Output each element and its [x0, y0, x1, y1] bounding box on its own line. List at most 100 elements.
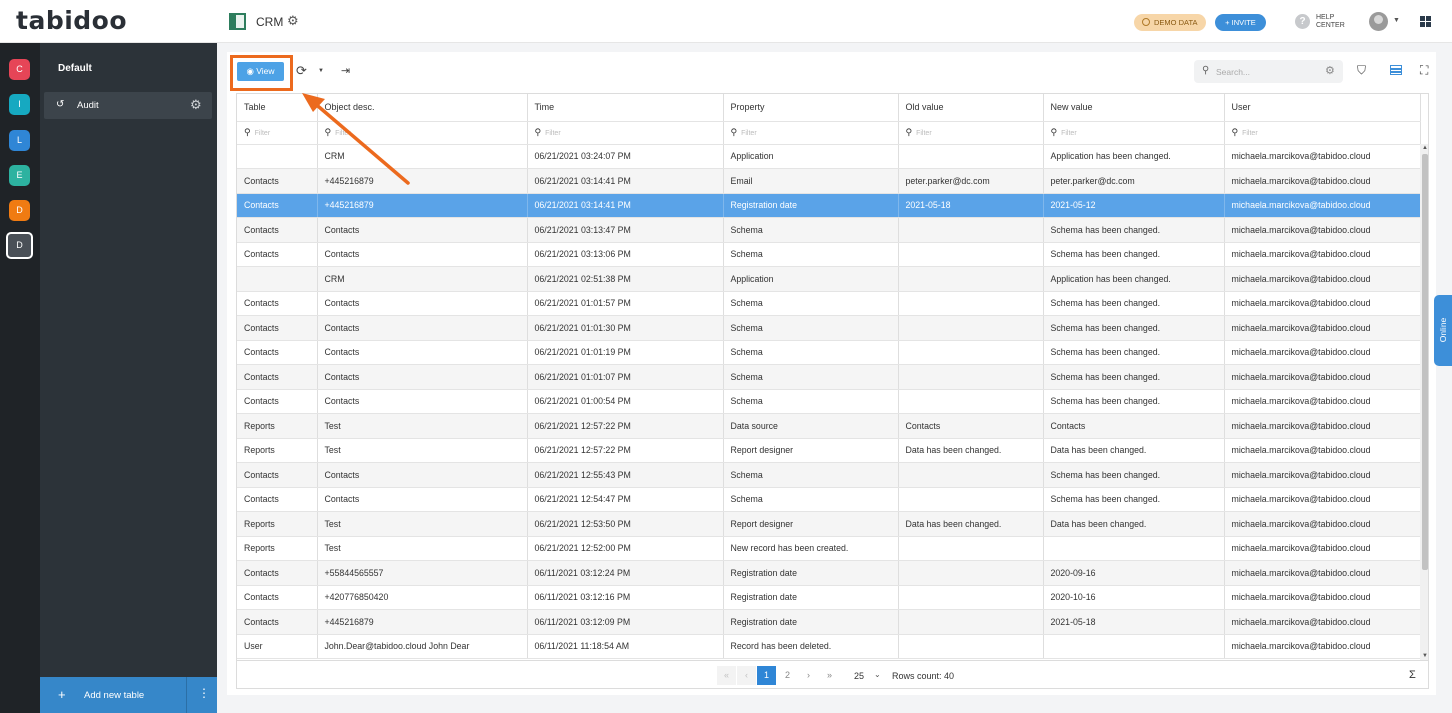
cell-object-desc[interactable]: Contacts	[317, 389, 528, 414]
cell-time[interactable]: 06/21/2021 01:01:30 PM	[527, 315, 724, 341]
cell-table[interactable]: Contacts	[237, 364, 318, 390]
cell-property[interactable]: Registration date	[723, 560, 899, 586]
table-row[interactable]: Contacts Contacts 06/21/2021 01:01:57 PM Sc…	[237, 291, 1421, 316]
rail-app-d-selected[interactable]: D	[6, 232, 33, 259]
cell-user[interactable]: michaela.marcikova@tabidoo.cloud	[1224, 438, 1421, 463]
cell-time[interactable]: 06/21/2021 02:51:38 PM	[527, 266, 724, 292]
online-chat-tab[interactable]: Online	[1434, 295, 1452, 366]
cell-new-value[interactable]: Schema has been changed.	[1043, 315, 1225, 341]
filter-field[interactable]: ⚲ Filter	[317, 121, 528, 145]
cell-table[interactable]: User	[237, 634, 318, 659]
cell-user[interactable]: michaela.marcikova@tabidoo.cloud	[1224, 413, 1421, 439]
page-size-select[interactable]: 25	[854, 671, 864, 681]
cell-old-value[interactable]	[898, 462, 1044, 488]
table-row[interactable]: Contacts +445216879 06/21/2021 03:14:41 PM…	[237, 193, 1421, 218]
cell-time[interactable]: 06/21/2021 12:57:22 PM	[527, 413, 724, 439]
cell-old-value[interactable]	[898, 291, 1044, 316]
page-button-current[interactable]: 1	[757, 666, 776, 685]
search-settings-icon[interactable]: ⚙	[1325, 64, 1335, 77]
scroll-down-icon[interactable]: ▼	[1422, 653, 1428, 659]
cell-property[interactable]: New record has been created.	[723, 536, 899, 561]
cell-table[interactable]: Reports	[237, 536, 318, 561]
cell-user[interactable]: michaela.marcikova@tabidoo.cloud	[1224, 609, 1421, 635]
cell-old-value[interactable]	[898, 340, 1044, 365]
cell-old-value[interactable]	[898, 634, 1044, 659]
cell-property[interactable]: Schema	[723, 217, 899, 243]
cell-property[interactable]: Data source	[723, 413, 899, 439]
column-header-table[interactable]: Table	[237, 94, 318, 122]
table-row[interactable]: Contacts Contacts 06/21/2021 01:01:30 PM Sc…	[237, 315, 1421, 341]
last-page-button[interactable]: »	[820, 666, 839, 685]
cell-user[interactable]: michaela.marcikova@tabidoo.cloud	[1224, 266, 1421, 292]
cell-user[interactable]: michaela.marcikova@tabidoo.cloud	[1224, 634, 1421, 659]
cell-object-desc[interactable]: +420776850420	[317, 585, 528, 610]
cell-time[interactable]: 06/11/2021 03:12:24 PM	[527, 560, 724, 586]
add-new-table-button[interactable]: Add new table	[84, 690, 144, 701]
cell-time[interactable]: 06/21/2021 12:54:47 PM	[527, 487, 724, 512]
cell-new-value[interactable]	[1043, 634, 1225, 659]
cell-object-desc[interactable]: CRM	[317, 144, 528, 169]
cell-object-desc[interactable]: +445216879	[317, 193, 528, 218]
column-header-new-value[interactable]: New value	[1043, 94, 1225, 122]
table-row[interactable]: Reports Test 06/21/2021 12:57:22 PM Data so…	[237, 413, 1421, 439]
cell-property[interactable]: Schema	[723, 389, 899, 414]
first-page-button[interactable]: «	[717, 666, 736, 685]
cell-table[interactable]: Contacts	[237, 291, 318, 316]
scrollbar-thumb[interactable]	[1422, 154, 1428, 570]
cell-time[interactable]: 06/21/2021 12:57:22 PM	[527, 438, 724, 463]
cell-new-value[interactable]: 2021-05-12	[1043, 193, 1225, 218]
table-row[interactable]: Contacts +445216879 06/11/2021 03:12:09 PM…	[237, 609, 1421, 635]
gear-icon[interactable]: ⚙	[190, 97, 202, 113]
cell-property[interactable]: Schema	[723, 315, 899, 341]
cell-old-value[interactable]	[898, 585, 1044, 610]
tabidoo-logo[interactable]: tabidoo	[16, 6, 127, 35]
cell-time[interactable]: 06/11/2021 03:12:16 PM	[527, 585, 724, 610]
cell-time[interactable]: 06/21/2021 03:13:06 PM	[527, 242, 724, 267]
cell-time[interactable]: 06/21/2021 01:00:54 PM	[527, 389, 724, 414]
cell-property[interactable]: Registration date	[723, 609, 899, 635]
cell-new-value[interactable]: Schema has been changed.	[1043, 291, 1225, 316]
cell-property[interactable]: Schema	[723, 242, 899, 267]
cell-old-value[interactable]	[898, 609, 1044, 635]
cell-new-value[interactable]: Schema has been changed.	[1043, 364, 1225, 390]
cell-object-desc[interactable]: Contacts	[317, 291, 528, 316]
filter-field[interactable]: ⚲ Filter	[1224, 121, 1421, 145]
cell-user[interactable]: michaela.marcikova@tabidoo.cloud	[1224, 193, 1421, 218]
fullscreen-icon[interactable]: ⛶	[1420, 63, 1428, 78]
cell-table[interactable]: Contacts	[237, 340, 318, 365]
cell-new-value[interactable]: Application has been changed.	[1043, 144, 1225, 169]
cell-user[interactable]: michaela.marcikova@tabidoo.cloud	[1224, 242, 1421, 267]
table-row[interactable]: Contacts Contacts 06/21/2021 01:01:19 PM Sc…	[237, 340, 1421, 365]
cell-property[interactable]: Registration date	[723, 585, 899, 610]
page-button[interactable]: 2	[778, 666, 797, 685]
chevron-down-icon[interactable]: ▼	[1393, 17, 1400, 24]
cell-object-desc[interactable]: +445216879	[317, 609, 528, 635]
cell-time[interactable]: 06/21/2021 12:52:00 PM	[527, 536, 724, 561]
rail-app-i[interactable]: I	[9, 94, 30, 115]
cell-old-value[interactable]	[898, 536, 1044, 561]
apps-grid-icon[interactable]	[1420, 16, 1431, 27]
table-row[interactable]: CRM 06/21/2021 02:51:38 PM Application Appl…	[237, 266, 1421, 292]
cell-table[interactable]: Contacts	[237, 168, 318, 194]
filter-field[interactable]: ⚲ Filter	[1043, 121, 1225, 145]
cell-object-desc[interactable]: Test	[317, 438, 528, 463]
cell-object-desc[interactable]: Contacts	[317, 462, 528, 488]
cell-property[interactable]: Schema	[723, 340, 899, 365]
table-row[interactable]: Contacts Contacts 06/21/2021 01:01:07 PM Sc…	[237, 364, 1421, 390]
cell-property[interactable]: Schema	[723, 291, 899, 316]
cell-time[interactable]: 06/11/2021 03:12:09 PM	[527, 609, 724, 635]
rail-app-d[interactable]: D	[9, 200, 30, 221]
cell-user[interactable]: michaela.marcikova@tabidoo.cloud	[1224, 168, 1421, 194]
rail-app-e[interactable]: E	[9, 165, 30, 186]
cell-new-value[interactable]: Data has been changed.	[1043, 511, 1225, 537]
cell-table[interactable]: Reports	[237, 438, 318, 463]
cell-object-desc[interactable]: +445216879	[317, 168, 528, 194]
cell-table[interactable]: Contacts	[237, 217, 318, 243]
cell-new-value[interactable]: 2020-09-16	[1043, 560, 1225, 586]
table-row[interactable]: Reports Test 06/21/2021 12:57:22 PM Report …	[237, 438, 1421, 463]
cell-new-value[interactable]: Contacts	[1043, 413, 1225, 439]
cell-old-value[interactable]: Contacts	[898, 413, 1044, 439]
cell-user[interactable]: michaela.marcikova@tabidoo.cloud	[1224, 144, 1421, 169]
cell-old-value[interactable]: Data has been changed.	[898, 438, 1044, 463]
filter-field[interactable]: ⚲ Filter	[898, 121, 1044, 145]
